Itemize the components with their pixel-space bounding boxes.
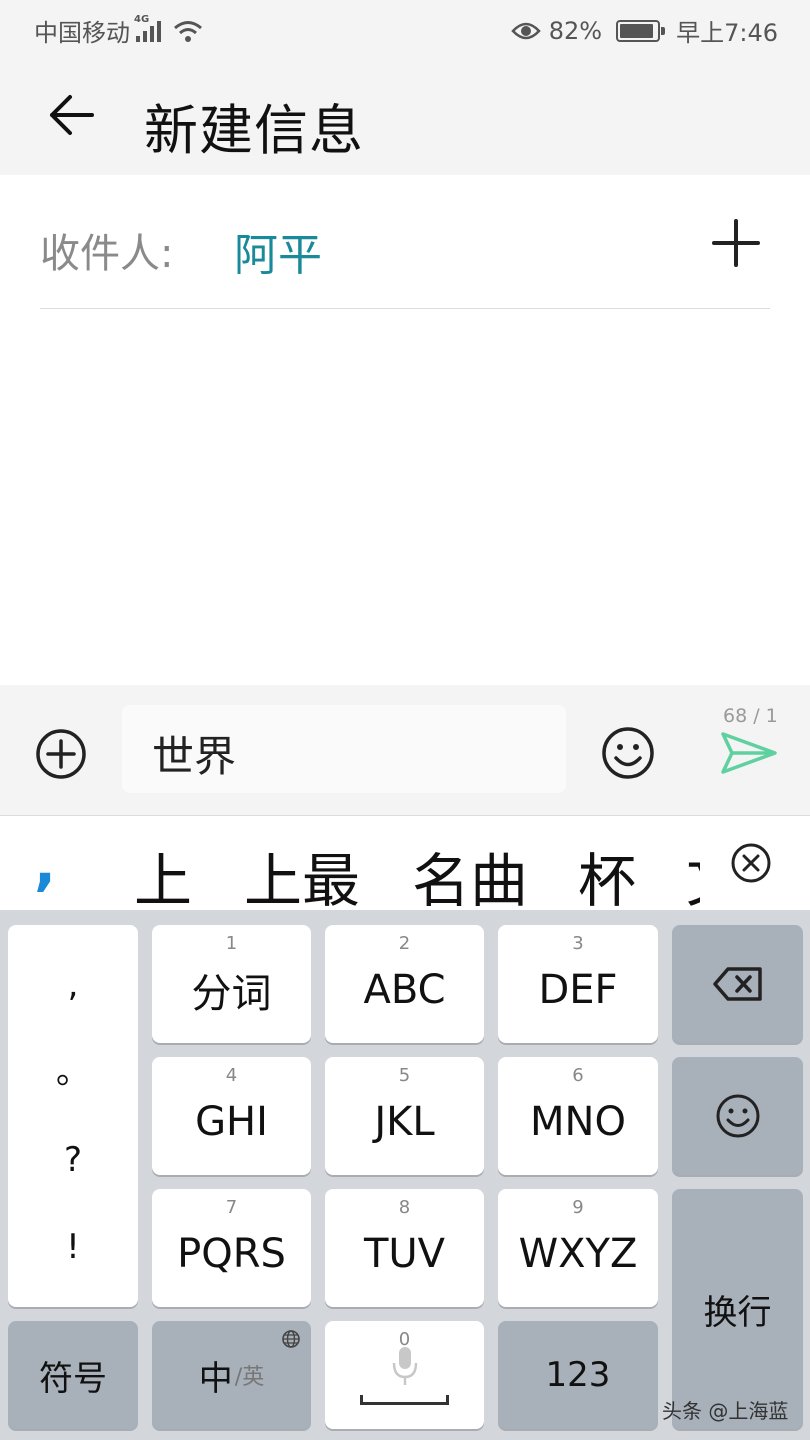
key-label: TUV [363,1231,446,1277]
status-left: 中国移动 4G [34,13,203,48]
candidate-item[interactable]: 文 [686,834,700,910]
clock: 早上7:46 [676,19,778,47]
numbers-label: 123 [545,1355,611,1395]
add-recipient-icon[interactable] [710,217,762,269]
enter-label: 换行 [703,1292,772,1333]
recipient-label: 收件人: [40,231,174,277]
punct-period[interactable]: 。 [56,1055,90,1089]
compose-bar: 世界 68 / 1 [0,685,810,815]
key-label: DEF [538,967,618,1013]
candidate-bar: , 上 上最 名曲 杯 文 [0,815,810,910]
candidate-item[interactable]: , [34,830,56,898]
lang-primary: 中 [198,1358,233,1399]
key-4[interactable]: 4 GHI [152,1057,311,1175]
battery-percent: 82% [548,16,603,45]
punct-question[interactable]: ? [64,1143,82,1177]
key-label: WXYZ [518,1231,638,1277]
recipient-row[interactable]: 收件人: 阿平 [40,175,770,309]
page-title: 新建信息 [144,99,364,162]
key-number: 4 [225,1065,238,1086]
candidate-list: , 上 上最 名曲 杯 文 [0,816,700,910]
backspace-key[interactable] [672,925,803,1043]
attach-plus-icon[interactable] [34,727,88,781]
key-number: 9 [572,1197,584,1218]
emoji-icon[interactable] [600,725,656,781]
numbers-key[interactable]: 123 [498,1321,658,1429]
message-area [0,310,810,685]
key-9[interactable]: 9 WXYZ [498,1189,658,1307]
lang-secondary: /英 [234,1365,265,1390]
candidate-item[interactable]: 名曲 [412,834,528,910]
key-label: MNO [530,1099,626,1145]
enter-key[interactable]: 换行 [672,1189,803,1429]
carrier-name: 中国移动 [34,19,130,47]
keyboard: , 。 ? ! 1 分词 2 ABC 3 DEF 4 GHI 5 JKL 6 M… [0,910,810,1440]
key-1[interactable]: 1 分词 [152,925,311,1043]
key-number: 2 [398,933,411,954]
key-2[interactable]: 2 ABC [325,925,484,1043]
key-6[interactable]: 6 MNO [498,1057,658,1175]
send-icon[interactable] [720,731,778,775]
app-bar: 新建信息 [0,58,810,175]
symbols-key[interactable]: 符号 [8,1321,138,1429]
key-number: 1 [225,933,238,954]
key-5[interactable]: 5 JKL [325,1057,484,1175]
backspace-icon [712,967,762,1001]
emoji-key[interactable] [672,1057,803,1175]
candidate-item[interactable]: 上 [134,834,192,910]
key-number: 0 [398,1329,411,1350]
network-type: 4G [134,13,150,25]
candidate-item[interactable]: 杯 [578,834,636,910]
key-number: 8 [398,1197,411,1218]
signal-icon: 4G [134,14,161,42]
close-candidates-icon[interactable] [730,842,772,884]
key-number: 6 [572,1065,584,1086]
arrow-left-icon [50,95,94,135]
symbols-label: 符号 [39,1358,107,1399]
emoji-icon [716,1094,759,1138]
key-label: PQRS [177,1231,286,1277]
character-counter: 68 / 1 [723,705,778,727]
key-8[interactable]: 8 TUV [325,1189,484,1307]
key-label: GHI [195,1099,268,1145]
wifi-icon [174,20,202,42]
message-input[interactable]: 世界 [122,705,566,793]
status-bar: 中国移动 4G 82% 早上7:46 [0,0,810,58]
punctuation-column[interactable]: , 。 ? ! [8,925,138,1307]
key-label: 分词 [191,971,272,1017]
back-button[interactable] [40,84,102,146]
status-right: 82% 早上7:46 [511,13,778,48]
key-number: 5 [398,1065,411,1086]
candidate-item[interactable]: 上最 [244,834,360,910]
key-number: 3 [572,933,584,954]
key-3[interactable]: 3 DEF [498,925,658,1043]
key-7[interactable]: 7 PQRS [152,1189,311,1307]
key-label: JKL [374,1099,435,1145]
language-switch-key[interactable]: 中 /英 [152,1321,311,1429]
globe-icon [282,1330,300,1348]
recipient-chip[interactable]: 阿平 [234,219,322,283]
punct-exclaim[interactable]: ! [66,1230,80,1264]
watermark: 头条 @上海蓝 [662,1399,789,1423]
eye-comfort-icon [511,22,541,39]
space-key[interactable]: 0 [325,1321,484,1429]
key-number: 7 [225,1197,238,1218]
key-label: ABC [363,967,446,1013]
microphone-icon [392,1347,417,1385]
battery-icon [616,19,666,42]
punct-comma[interactable]: , [68,968,79,1002]
space-bar-icon [360,1395,449,1405]
